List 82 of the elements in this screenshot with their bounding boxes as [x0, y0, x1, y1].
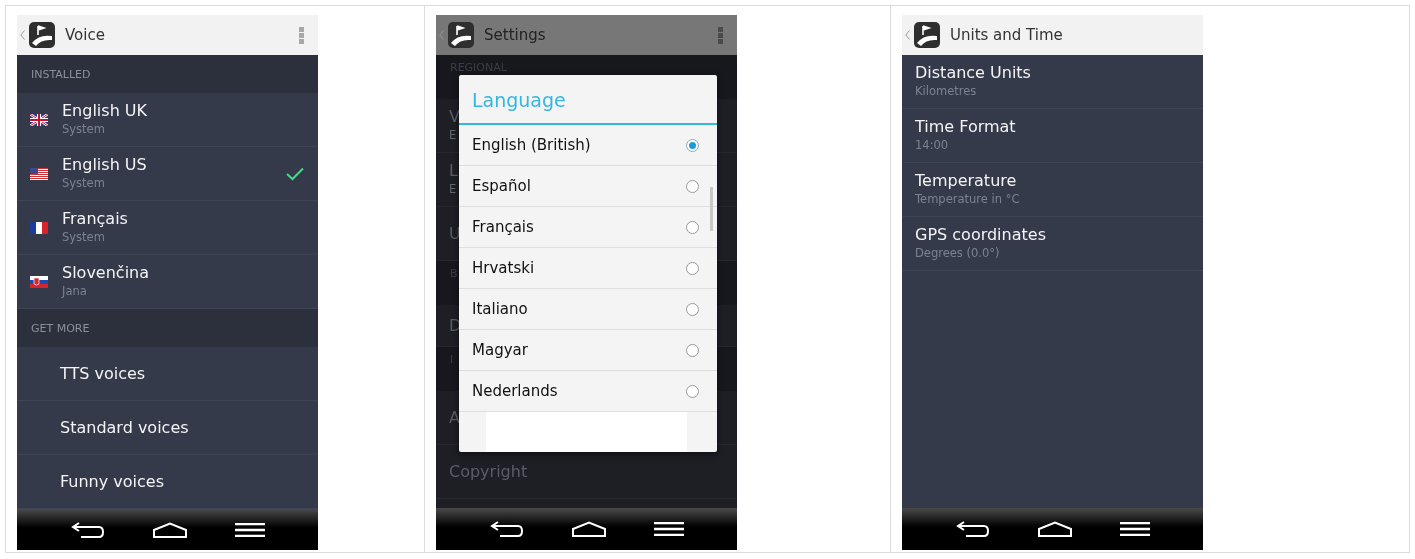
back-icon[interactable]	[489, 520, 524, 538]
item-title: A	[449, 407, 460, 428]
flag-icon	[30, 167, 48, 180]
radio-button[interactable]	[686, 343, 699, 357]
back-chevron-icon[interactable]	[439, 30, 444, 40]
radio-button[interactable]	[686, 261, 699, 275]
item-title: U	[449, 223, 461, 244]
screen-title: Settings	[484, 26, 547, 44]
item-title: V	[449, 107, 460, 127]
item-subtitle: Kilometres	[915, 83, 977, 100]
item-subtitle: Degrees (0.0°)	[915, 245, 1000, 262]
item-title: English UK	[62, 101, 148, 121]
app-logo-icon	[914, 22, 940, 48]
option-label: Hrvatski	[472, 259, 536, 277]
voice-item[interactable]: English UK System	[17, 93, 318, 147]
voice-item[interactable]: Français System	[17, 201, 318, 255]
language-option[interactable]: Italiano	[459, 289, 717, 330]
home-icon[interactable]	[570, 521, 607, 537]
option-label: Magyar	[472, 341, 529, 359]
item-subtitle: System	[62, 121, 105, 138]
option-label: English (British)	[472, 136, 592, 154]
checkmark-icon	[286, 166, 304, 181]
option-label: Français	[472, 218, 535, 236]
back-chevron-icon[interactable]	[20, 30, 25, 40]
settings-item[interactable]: Temperature Temperature in °C	[902, 163, 1203, 217]
settings-item[interactable]: Distance Units Kilometres	[902, 55, 1203, 109]
dialog-title: Language	[459, 75, 717, 125]
item-title: Funny voices	[60, 471, 164, 492]
app-logo-icon	[29, 22, 55, 48]
item-title: L	[449, 161, 458, 181]
settings-item[interactable]: GPS coordinates Degrees (0.0°)	[902, 217, 1203, 271]
back-chevron-icon[interactable]	[905, 30, 910, 40]
item-title: Copyright	[449, 461, 528, 482]
home-icon[interactable]	[151, 522, 188, 538]
radio-button[interactable]	[686, 220, 699, 234]
screen-title: Voice	[65, 26, 106, 44]
radio-button[interactable]	[686, 302, 699, 316]
app-logo-icon	[448, 22, 474, 48]
item-subtitle: E	[449, 127, 457, 144]
item-subtitle: E	[449, 181, 457, 198]
home-icon[interactable]	[1036, 521, 1073, 537]
option-label: Español	[472, 177, 532, 195]
option-label: Italiano	[472, 300, 529, 318]
item-subtitle: System	[62, 175, 105, 192]
overflow-menu-icon[interactable]	[299, 26, 304, 44]
settings-item[interactable]: Time Format 14:00	[902, 109, 1203, 163]
back-icon[interactable]	[955, 520, 990, 538]
item-subtitle: Jana	[62, 283, 87, 300]
item-title: GPS coordinates	[915, 225, 1046, 245]
menu-icon[interactable]	[1119, 522, 1150, 536]
item-title: English US	[62, 155, 147, 175]
flag-icon	[30, 275, 48, 288]
list-link[interactable]: TTS voices	[17, 347, 318, 401]
menu-icon[interactable]	[653, 522, 684, 536]
item-subtitle: System	[62, 229, 105, 246]
radio-button[interactable]	[686, 138, 699, 152]
language-option[interactable]: Hrvatski	[459, 248, 717, 289]
item-title: Distance Units	[915, 63, 1031, 83]
item-title: Standard voices	[60, 417, 189, 438]
option-label: Nederlands	[472, 382, 559, 400]
flag-icon	[30, 113, 48, 126]
item-title: Temperature	[915, 171, 1017, 191]
language-option[interactable]: Magyar	[459, 330, 717, 371]
section-label: GET MORE	[31, 321, 90, 335]
radio-button[interactable]	[686, 384, 699, 398]
item-subtitle: Temperature in °C	[915, 191, 1020, 208]
item-subtitle: 14:00	[915, 137, 949, 154]
radio-button[interactable]	[686, 179, 699, 193]
flag-icon	[30, 221, 48, 234]
scrollbar	[710, 187, 713, 231]
screen-title: Units and Time	[950, 26, 1064, 44]
menu-icon[interactable]	[234, 523, 265, 537]
section-label: INSTALLED	[31, 67, 91, 81]
back-icon[interactable]	[70, 521, 105, 539]
item-title: Slovenčina	[62, 263, 150, 283]
overflow-menu-icon[interactable]	[718, 26, 723, 44]
item-title: Français	[62, 209, 128, 229]
voice-item[interactable]: English US System	[17, 147, 318, 201]
language-option[interactable]: English (British)	[459, 125, 717, 166]
item-title: Time Format	[915, 117, 1016, 137]
item-title: TTS voices	[60, 363, 146, 384]
list-link[interactable]: Standard voices	[17, 401, 318, 455]
